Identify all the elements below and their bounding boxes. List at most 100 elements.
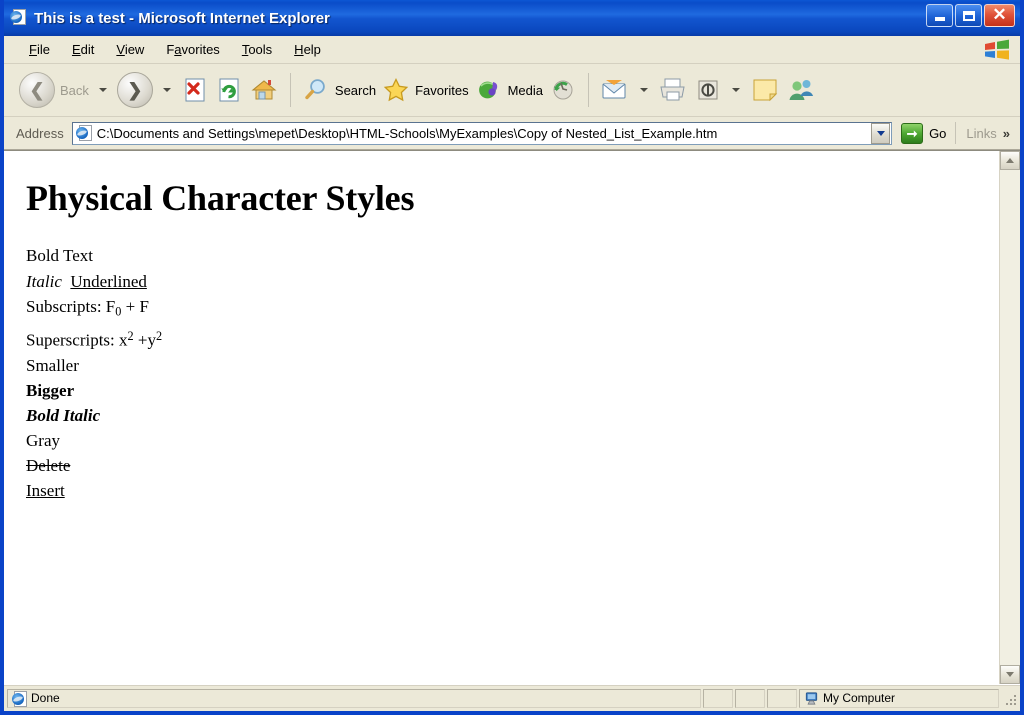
windows-flag-icon [982, 38, 1012, 62]
menu-item-edit[interactable]: Edit [61, 39, 105, 60]
line-delete: Delete [26, 455, 71, 475]
stop-button[interactable] [178, 68, 212, 112]
title-bar: This is a test - Microsoft Internet Expl… [4, 0, 1020, 36]
window-controls: ✕ [926, 4, 1015, 27]
status-panel-1 [703, 688, 733, 708]
search-label: Search [334, 82, 377, 98]
toolbar-separator-2 [588, 73, 589, 107]
vertical-scrollbar[interactable] [999, 151, 1020, 684]
toolbar-separator [289, 73, 291, 107]
menu-item-help[interactable]: Help [283, 39, 332, 60]
line-gray: Gray [26, 430, 60, 450]
line-smaller: Smaller [26, 355, 79, 375]
edit-dropdown-icon[interactable] [732, 88, 740, 92]
resize-grip[interactable] [1002, 691, 1016, 705]
line-bigger: Bigger [26, 380, 75, 400]
address-input[interactable]: C:\Documents and Settings\mepet\Desktop\… [71, 121, 893, 145]
scroll-up-button[interactable] [1000, 151, 1020, 170]
go-button[interactable]: ➞ Go [892, 122, 953, 144]
minimize-button[interactable] [926, 4, 953, 27]
home-button[interactable] [246, 68, 282, 112]
ie-browser-window: This is a test - Microsoft Internet Expl… [0, 0, 1024, 715]
favorites-star-icon [383, 78, 409, 102]
page-title: Physical Character Styles [26, 178, 415, 218]
mail-icon [602, 80, 626, 99]
edit-button[interactable] [691, 68, 725, 112]
ie-document-icon [12, 690, 27, 707]
maximize-icon [962, 10, 975, 21]
links-button[interactable]: Links [960, 126, 1002, 141]
status-panel-2 [735, 688, 765, 708]
menu-item-favorites[interactable]: Favorites [155, 39, 230, 60]
notes-button[interactable] [747, 68, 783, 112]
mail-button[interactable] [597, 68, 633, 112]
stop-icon [185, 78, 205, 102]
minimize-icon [934, 17, 945, 21]
search-button[interactable]: Search [299, 68, 379, 112]
address-label: Address [16, 125, 64, 141]
history-icon [553, 80, 573, 100]
forward-arrow-icon: ❯ [116, 72, 153, 108]
history-button[interactable] [546, 68, 580, 112]
forward-dropdown-icon[interactable] [162, 88, 171, 92]
line-subscripts: Subscripts: F0 + F [26, 294, 999, 324]
underlined-label: Underlined [70, 272, 147, 291]
menu-bar: File Edit View Favorites Tools Help [4, 36, 1020, 64]
back-label: Back [60, 82, 89, 98]
print-button[interactable] [655, 68, 691, 112]
my-computer-icon [805, 691, 818, 705]
address-dropdown-button[interactable] [871, 122, 891, 144]
security-zone-text: My Computer [823, 691, 896, 705]
ie-document-icon [10, 9, 28, 27]
scroll-down-button[interactable] [1000, 665, 1020, 684]
maximize-button[interactable] [955, 4, 982, 27]
toolbar-overflow-icon[interactable]: » [1003, 126, 1020, 141]
line-insert: Insert [26, 480, 65, 500]
line-bold-text: Bold Text [26, 243, 999, 268]
chevron-down-icon [876, 130, 885, 136]
subscripts-tail: + F [121, 297, 149, 316]
chevron-up-icon [1006, 158, 1014, 163]
status-message-panel: Done [7, 688, 701, 708]
status-bar: Done My Computer [4, 684, 1020, 711]
security-zone-panel[interactable]: My Computer [799, 688, 999, 708]
line-bold-italic: Bold Italic [26, 405, 101, 425]
menu-item-view[interactable]: View [105, 39, 155, 60]
toolbar: ❮ Back ❯ Search Favorites Media [4, 64, 1020, 117]
bold-text-label: Bold Text [26, 246, 93, 265]
superscripts-label: Superscripts: x [26, 330, 128, 350]
back-arrow-icon: ❮ [19, 72, 55, 108]
back-dropdown-icon[interactable] [98, 88, 107, 92]
status-panel-3 [767, 688, 797, 708]
line-italic-underlined: Italic Underlined [26, 269, 999, 294]
document-content: Physical Character Styles Bold Text Ital… [4, 151, 999, 684]
superscript-value-2: 2 [156, 329, 163, 344]
go-arrow-icon: ➞ [901, 122, 924, 144]
search-magnifier-icon [305, 79, 325, 100]
italic-label: Italic [26, 272, 62, 291]
mail-dropdown-icon[interactable] [640, 88, 648, 92]
home-icon [251, 80, 277, 100]
menu-item-tools[interactable]: Tools [231, 39, 283, 60]
ie-document-icon [75, 125, 93, 141]
messenger-button[interactable] [783, 68, 819, 112]
refresh-icon [219, 78, 239, 102]
media-globe-icon [478, 81, 497, 99]
back-button[interactable]: ❮ Back [16, 68, 92, 112]
menu-item-file[interactable]: File [18, 39, 61, 60]
favorites-label: Favorites [415, 82, 469, 98]
status-text: Done [31, 691, 60, 705]
address-value: C:\Documents and Settings\mepet\Desktop\… [96, 125, 718, 141]
subscripts-label: Subscripts: F [26, 297, 116, 316]
favorites-button[interactable]: Favorites [379, 68, 471, 112]
address-bar: Address C:\Documents and Settings\mepet\… [4, 117, 1020, 150]
forward-button[interactable]: ❯ [114, 68, 156, 112]
refresh-button[interactable] [212, 68, 246, 112]
edit-page-icon [698, 80, 718, 100]
media-button[interactable]: Media [472, 68, 546, 112]
links-separator [955, 122, 957, 144]
window-title: This is a test - Microsoft Internet Expl… [34, 9, 330, 27]
close-icon: ✕ [992, 5, 1007, 24]
chevron-down-icon [1006, 672, 1014, 677]
close-button[interactable]: ✕ [984, 4, 1015, 27]
